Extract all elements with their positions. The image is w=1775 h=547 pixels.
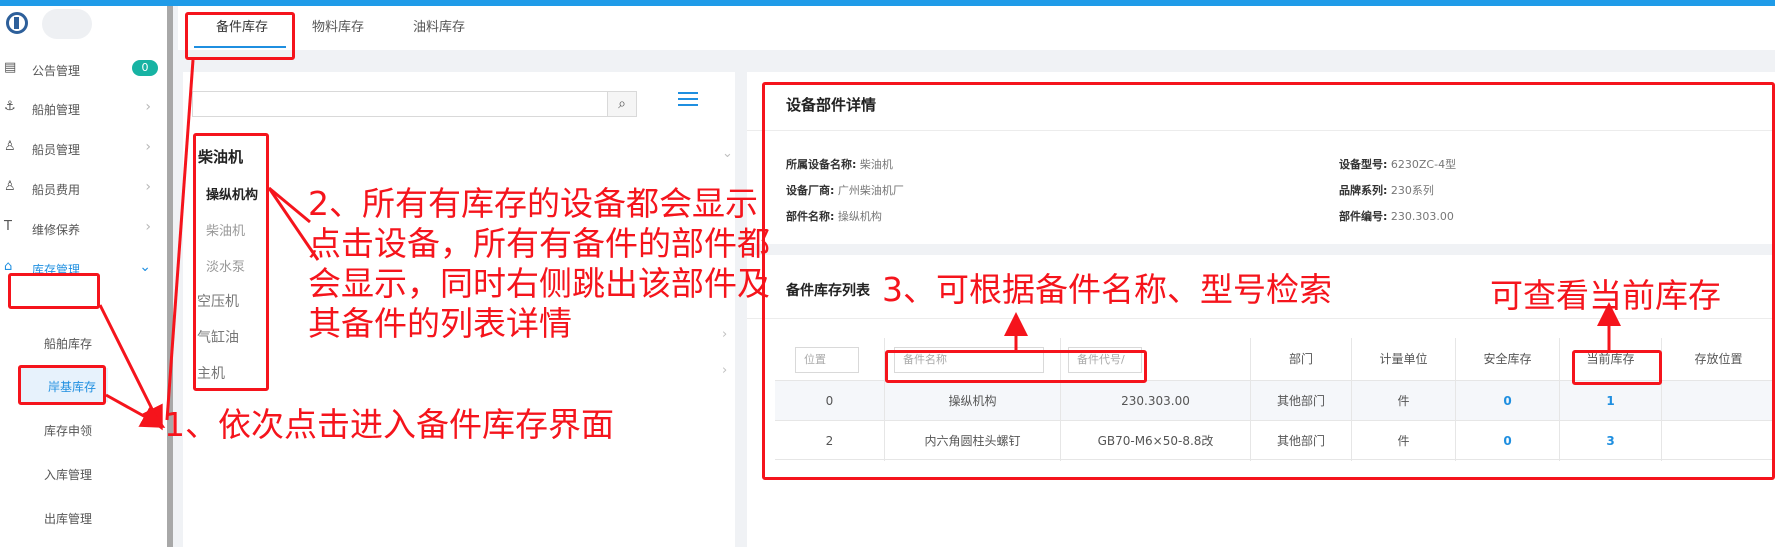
annotation-step2-line2: 点击设备，所有有备件的部件都 <box>308 224 770 263</box>
annotation-current-stock: 可查看当前库存 <box>1490 276 1721 315</box>
annotation-step1: 1、依次点击进入备件库存界面 <box>164 405 614 444</box>
annotation-step2-line4: 其备件的列表详情 <box>308 304 572 343</box>
annotation-step2-line1: 2、所有有库存的设备都会显示 <box>308 184 758 223</box>
annotation-step3: 3、可根据备件名称、型号检索 <box>882 270 1332 309</box>
annotation-step2-line3: 会显示，同时右侧跳出该部件及 <box>308 264 770 303</box>
